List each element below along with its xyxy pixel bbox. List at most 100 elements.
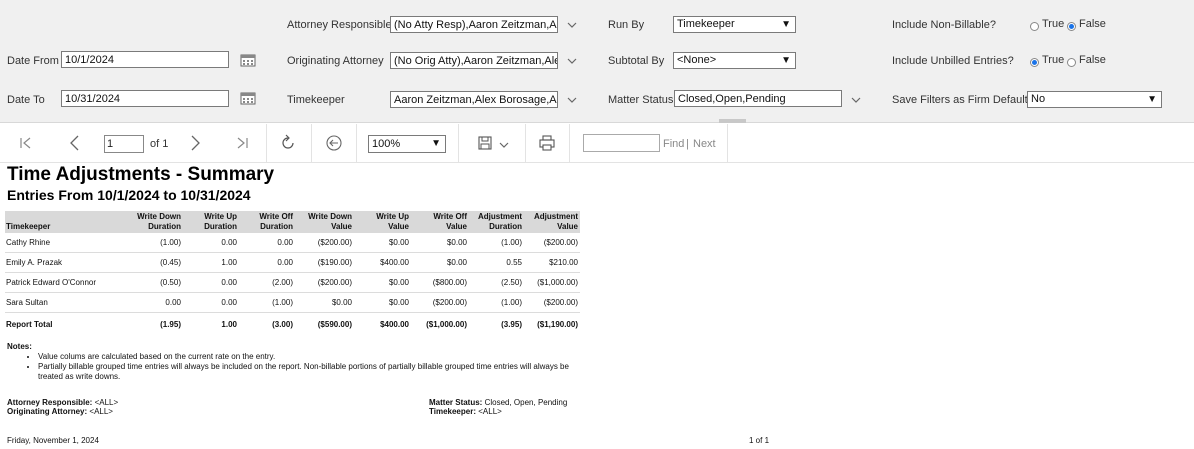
chevron-down-icon[interactable] — [499, 141, 509, 149]
filter-label: Timekeeper: — [429, 407, 476, 416]
matter-status-input[interactable]: Closed,Open,Pending — [674, 90, 842, 107]
report-subtitle: Entries From 10/1/2024 to 10/31/2024 — [7, 187, 251, 203]
filter-value: <ALL> — [478, 407, 502, 416]
value-cell: 0.00 — [183, 272, 239, 293]
column-header-line: Timekeeper — [6, 222, 51, 231]
page-number-input[interactable]: 1 — [104, 135, 144, 153]
find-input[interactable] — [583, 134, 660, 152]
value-cell: 0.00 — [183, 292, 239, 313]
back-icon[interactable] — [325, 134, 343, 152]
zoom-select[interactable]: 100% ▼ — [368, 135, 446, 153]
date-to-input[interactable]: 10/31/2024 — [61, 90, 229, 107]
filter-label: Attorney Responsible: — [7, 398, 93, 407]
column-header-line: Duration — [204, 222, 237, 231]
refresh-icon[interactable] — [279, 134, 297, 152]
value-cell: ($800.00) — [411, 272, 469, 293]
date-to-label: Date To — [7, 94, 45, 106]
run-by-select[interactable]: Timekeeper ▼ — [673, 16, 796, 33]
report-toolbar: 1 of 1 100% ▼ Find | Next — [0, 124, 1194, 163]
first-page-icon[interactable] — [20, 137, 32, 149]
value-cell: $0.00 — [295, 292, 354, 313]
next-page-icon[interactable] — [189, 135, 201, 151]
filter-originating-attorney: Originating Attorney: <ALL> — [7, 407, 113, 416]
save-filters-select[interactable]: No ▼ — [1027, 91, 1162, 108]
previous-page-icon[interactable] — [69, 135, 81, 151]
value-cell: $0.00 — [354, 272, 411, 293]
column-header-line: Duration — [148, 222, 181, 231]
column-header: Write Down Duration — [120, 211, 183, 233]
chevron-down-icon[interactable] — [567, 95, 577, 105]
column-header-line: Value — [331, 222, 352, 231]
column-header-line: Duration — [260, 222, 293, 231]
unbilled-true-radio[interactable] — [1030, 58, 1039, 67]
chevron-down-icon[interactable] — [567, 20, 577, 30]
column-header-line: Write Down — [137, 212, 181, 221]
panel-splitter-handle[interactable] — [719, 119, 746, 123]
total-value-cell: ($1,000.00) — [411, 312, 469, 335]
subtotal-by-select[interactable]: <None> ▼ — [673, 52, 796, 69]
print-icon[interactable] — [538, 134, 556, 152]
report-total-row: Report Total (1.95) 1.00 (3.00) ($590.00) $40… — [5, 312, 580, 335]
filter-label: Originating Attorney: — [7, 407, 88, 416]
non-billable-false-radio[interactable] — [1067, 22, 1076, 31]
calendar-icon[interactable] — [240, 91, 256, 105]
column-header: Adjustment Value — [524, 211, 580, 233]
table-row: Patrick Edward O'Connor (0.50) 0.00 (2.00)(… — [5, 272, 580, 293]
notes-list: Value colums are calculated based on the… — [7, 352, 582, 382]
unbilled-true-label: True — [1042, 54, 1065, 66]
non-billable-true-radio[interactable] — [1030, 22, 1039, 31]
filter-value: Closed, Open, Pending — [484, 398, 568, 407]
toolbar-separator — [727, 124, 728, 162]
value-cell: 0.00 — [239, 252, 295, 273]
column-header-line: Value — [446, 222, 467, 231]
value-cell: (1.00) — [120, 233, 183, 253]
column-header: Adjustment Duration — [469, 211, 524, 233]
last-page-icon[interactable] — [236, 137, 248, 149]
calendar-icon[interactable] — [240, 53, 256, 67]
chevron-down-icon[interactable] — [567, 56, 577, 66]
chevron-down-icon[interactable] — [851, 95, 861, 105]
value-cell: (2.00) — [239, 272, 295, 293]
find-button[interactable]: Find — [663, 138, 684, 150]
attorney-responsible-label: Attorney Responsible — [287, 19, 392, 31]
column-header-line: Duration — [489, 222, 522, 231]
chevron-down-icon: ▼ — [781, 19, 791, 30]
chevron-down-icon: ▼ — [431, 138, 441, 149]
value-cell: ($1,000.00) — [524, 272, 580, 293]
total-value-cell: ($1,190.00) — [524, 312, 580, 335]
value-cell: (0.50) — [120, 272, 183, 293]
include-non-billable-label: Include Non-Billable? — [892, 19, 996, 31]
toolbar-separator — [356, 124, 357, 162]
filter-value: <ALL> — [89, 407, 113, 416]
total-value-cell: ($590.00) — [295, 312, 354, 335]
toolbar-separator — [525, 124, 526, 162]
attorney-responsible-input[interactable]: (No Atty Resp),Aaron Zeitzman,Ale — [390, 16, 558, 33]
find-next-button[interactable]: Next — [693, 138, 716, 150]
column-header: Write Up Duration — [183, 211, 239, 233]
table-row: Cathy Rhine (1.00) 0.00 0.00 ($200.00) $0.00 $… — [5, 233, 580, 253]
date-from-input[interactable]: 10/1/2024 — [61, 51, 229, 68]
date-from-label: Date From — [7, 55, 59, 67]
save-icon[interactable] — [477, 135, 493, 151]
column-header-line: Adjustment — [478, 212, 522, 221]
timekeeper-label: Timekeeper — [287, 94, 345, 106]
value-cell: ($200.00) — [524, 233, 580, 253]
timekeeper-name-cell: Cathy Rhine — [5, 233, 120, 253]
value-cell: $0.00 — [354, 233, 411, 253]
total-value-cell: (3.00) — [239, 312, 295, 335]
column-header-line: Write Up — [376, 212, 409, 221]
timekeeper-input[interactable]: Aaron Zeitzman,Alex Borosage,Ale — [390, 91, 558, 108]
column-header-line: Write Up — [204, 212, 237, 221]
chevron-down-icon: ▼ — [781, 55, 791, 66]
value-cell: ($200.00) — [295, 233, 354, 253]
column-header: Write Up Value — [354, 211, 411, 233]
toolbar-separator — [266, 124, 267, 162]
footer-page-number: 1 of 1 — [749, 436, 770, 445]
run-by-value: Timekeeper — [677, 18, 735, 30]
value-cell: ($200.00) — [411, 292, 469, 313]
value-cell: $0.00 — [354, 292, 411, 313]
originating-attorney-input[interactable]: (No Orig Atty),Aaron Zeitzman,Ale — [390, 52, 558, 69]
value-cell: (1.00) — [239, 292, 295, 313]
notes-title: Notes: — [7, 342, 32, 351]
unbilled-false-radio[interactable] — [1067, 58, 1076, 67]
